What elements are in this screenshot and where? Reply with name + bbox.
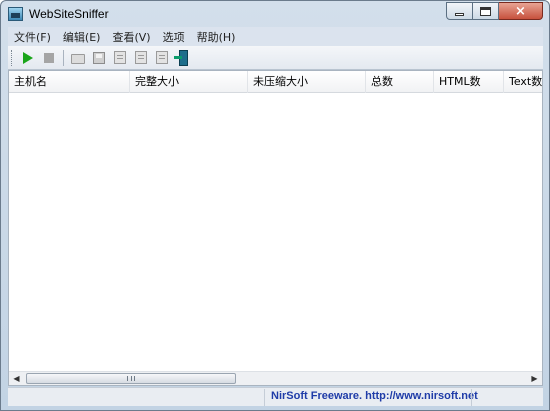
exit-button[interactable] <box>173 49 192 67</box>
start-capture-button[interactable] <box>19 49 37 67</box>
menu-help[interactable]: 帮助(H) <box>191 29 242 45</box>
horizontal-scrollbar[interactable]: ◀ ▶ <box>9 371 542 385</box>
site-list[interactable]: 主机名 完整大小 未压缩大小 总数 HTML数 Text数 ◀ ▶ <box>8 70 543 386</box>
app-icon <box>8 7 23 21</box>
toolbar-grip[interactable] <box>11 49 14 66</box>
menu-options[interactable]: 选项 <box>157 29 191 45</box>
maximize-icon <box>480 6 491 16</box>
toolbar <box>8 46 543 70</box>
exit-icon <box>173 49 190 66</box>
open-folder-icon <box>71 54 85 64</box>
nirsoft-link[interactable]: NirSoft Freeware. http://www.nirsoft.net <box>271 390 478 402</box>
column-header-text-count[interactable]: Text数 <box>504 71 542 93</box>
column-header-html-count[interactable]: HTML数 <box>434 71 504 93</box>
save-button[interactable] <box>90 49 108 67</box>
menu-edit[interactable]: 编辑(E) <box>57 29 107 45</box>
menu-view[interactable]: 查看(V) <box>106 29 156 45</box>
copy-button[interactable] <box>111 49 129 67</box>
status-bar: NirSoft Freeware. http://www.nirsoft.net <box>8 387 543 406</box>
scroll-right-button[interactable]: ▶ <box>527 372 542 385</box>
stop-icon <box>44 52 54 63</box>
save-icon <box>93 51 105 64</box>
find-button[interactable] <box>153 49 171 67</box>
minimize-button[interactable] <box>446 2 473 20</box>
minimize-icon <box>455 12 464 16</box>
status-panel-right <box>471 389 543 406</box>
column-header-hostname[interactable]: 主机名 <box>9 71 130 93</box>
properties-icon <box>135 51 147 64</box>
window-title: WebSiteSniffer <box>29 7 109 21</box>
copy-icon <box>114 51 126 64</box>
grip-icon <box>127 376 135 381</box>
column-header-uncompressed-size[interactable]: 未压缩大小 <box>248 71 366 93</box>
scrollbar-thumb[interactable] <box>26 373 236 384</box>
scroll-left-button[interactable]: ◀ <box>9 372 24 385</box>
close-button[interactable]: × <box>499 2 543 20</box>
stop-capture-button[interactable] <box>40 49 58 67</box>
maximize-button[interactable] <box>473 2 499 20</box>
menu-bar: 文件(F) 编辑(E) 查看(V) 选项 帮助(H) <box>8 27 543 46</box>
properties-button[interactable] <box>132 49 150 67</box>
chevron-right-icon: ▶ <box>531 374 538 383</box>
play-icon <box>23 51 33 64</box>
open-folder-button[interactable] <box>69 49 87 67</box>
column-header-full-size[interactable]: 完整大小 <box>130 71 248 93</box>
menu-file[interactable]: 文件(F) <box>8 29 57 45</box>
chevron-left-icon: ◀ <box>13 374 20 383</box>
column-header-total-count[interactable]: 总数 <box>366 71 434 93</box>
list-header: 主机名 完整大小 未压缩大小 总数 HTML数 Text数 <box>9 71 542 93</box>
close-icon: × <box>515 3 526 19</box>
find-icon <box>156 51 168 64</box>
app-window: WebSiteSniffer × 文件(F) 编辑(E) 查看(V) 选项 帮助… <box>0 0 550 411</box>
status-item-count <box>8 389 265 406</box>
toolbar-separator <box>63 49 64 66</box>
title-bar[interactable]: WebSiteSniffer × <box>1 1 549 27</box>
caption-buttons: × <box>446 2 543 20</box>
